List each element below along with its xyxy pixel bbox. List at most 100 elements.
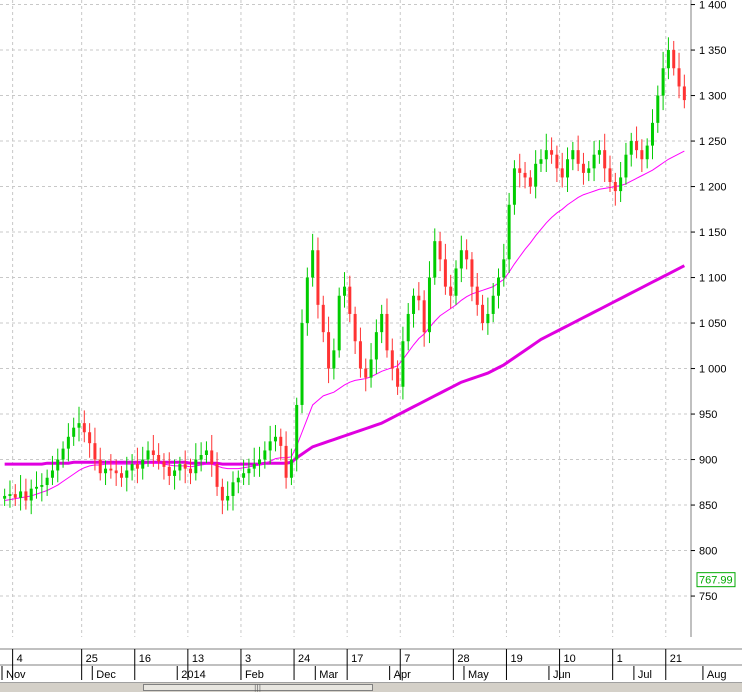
candle bbox=[544, 133, 548, 172]
candle-body bbox=[412, 295, 416, 314]
candle bbox=[77, 406, 81, 442]
scrollbar-thumb[interactable]: ||| bbox=[143, 684, 373, 692]
candle-body bbox=[475, 286, 479, 305]
candle bbox=[433, 228, 437, 285]
candle bbox=[619, 161, 623, 203]
candle bbox=[268, 425, 272, 465]
moving-average-fast bbox=[4, 150, 685, 501]
candle bbox=[603, 133, 607, 182]
candle bbox=[109, 454, 113, 479]
candle bbox=[401, 326, 405, 400]
candle-body bbox=[151, 450, 155, 455]
candle-body bbox=[337, 295, 341, 351]
candle-body bbox=[512, 168, 516, 205]
candle bbox=[130, 454, 134, 481]
candle bbox=[369, 343, 373, 388]
y-tick-label: 1 150 bbox=[699, 227, 727, 239]
candle-body bbox=[93, 443, 97, 460]
candle-body bbox=[119, 473, 123, 478]
candle-body bbox=[311, 250, 315, 278]
candle-body bbox=[406, 313, 410, 342]
candle bbox=[279, 428, 283, 461]
candle-body bbox=[613, 182, 617, 192]
candle-body bbox=[396, 368, 400, 387]
candle bbox=[427, 261, 431, 344]
candle-body bbox=[45, 477, 49, 486]
y-axis-ticks: 1 400 1 350 1 300 1 250 1 200 1 150 1 100 1 050… bbox=[691, 0, 727, 603]
candle bbox=[656, 85, 660, 133]
ma-fast-line bbox=[4, 150, 685, 501]
candle-body bbox=[167, 466, 171, 476]
candle bbox=[491, 283, 495, 323]
y-tick-label: 1 000 bbox=[699, 364, 727, 376]
candle-body bbox=[19, 491, 23, 498]
candle-body bbox=[358, 341, 362, 369]
candle-body bbox=[438, 241, 442, 260]
x-tick-month-label: Nov bbox=[6, 669, 26, 681]
candle-body bbox=[465, 250, 469, 260]
candle bbox=[459, 235, 463, 283]
candle-body bbox=[29, 488, 33, 501]
candle bbox=[50, 455, 54, 486]
candle-body bbox=[348, 286, 352, 314]
candle-body bbox=[539, 159, 543, 164]
candle bbox=[358, 327, 362, 378]
candle bbox=[566, 147, 570, 193]
candle bbox=[587, 161, 591, 182]
candle-body bbox=[173, 470, 177, 476]
candle bbox=[571, 141, 575, 171]
candle-body bbox=[555, 154, 559, 169]
candle bbox=[247, 458, 251, 486]
candle-body bbox=[353, 313, 357, 342]
candle-body bbox=[35, 486, 39, 489]
candle-body bbox=[603, 150, 607, 169]
y-tick-label: 1 100 bbox=[699, 273, 727, 285]
candle bbox=[640, 139, 644, 172]
candle-body bbox=[343, 286, 346, 296]
candle bbox=[496, 268, 500, 309]
candle-body bbox=[162, 461, 166, 467]
candle bbox=[454, 260, 458, 305]
candle-body bbox=[417, 295, 421, 301]
candle-body bbox=[178, 464, 182, 471]
candle-body bbox=[427, 277, 431, 333]
candle bbox=[624, 142, 628, 185]
candle bbox=[374, 319, 378, 375]
candle-body bbox=[130, 464, 134, 471]
candle-body bbox=[682, 86, 686, 101]
candle-body bbox=[491, 295, 495, 314]
candle bbox=[273, 424, 277, 452]
candle-body bbox=[104, 468, 108, 474]
candle-body bbox=[82, 423, 86, 433]
candle bbox=[481, 294, 485, 331]
candle bbox=[173, 459, 177, 490]
x-tick-day-label: 4 bbox=[17, 653, 23, 665]
stock-chart: 1 400 1 350 1 300 1 250 1 200 1 150 1 100 1 050… bbox=[0, 0, 742, 681]
candle bbox=[337, 287, 341, 358]
candle-body bbox=[544, 150, 548, 160]
candle bbox=[236, 470, 240, 494]
candle bbox=[135, 447, 139, 484]
candle-body bbox=[77, 423, 81, 428]
candle-body bbox=[56, 459, 60, 471]
candle-body bbox=[608, 168, 612, 182]
candle bbox=[321, 295, 325, 343]
candle-body bbox=[72, 427, 76, 437]
candle bbox=[417, 282, 421, 311]
x-tick-day-label: 7 bbox=[404, 653, 410, 665]
y-tick-label: 1 300 bbox=[699, 91, 727, 103]
candle-body bbox=[507, 204, 511, 260]
candle-body bbox=[40, 485, 44, 487]
candle-body bbox=[629, 141, 633, 155]
candle-body bbox=[390, 350, 394, 369]
candle-body bbox=[242, 473, 246, 478]
candle bbox=[613, 172, 617, 206]
candle bbox=[635, 126, 639, 159]
x-tick-day-label: 3 bbox=[245, 653, 251, 665]
candle-body bbox=[268, 441, 272, 451]
candle bbox=[215, 452, 219, 496]
candle-body bbox=[183, 464, 187, 469]
candle-body bbox=[587, 168, 591, 173]
candle bbox=[449, 274, 453, 309]
candles bbox=[3, 37, 686, 515]
